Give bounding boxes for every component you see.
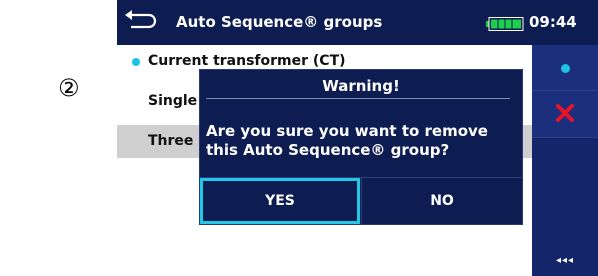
dialog-message-line: this Auto Sequence® group? [206, 141, 450, 159]
back-icon [125, 10, 157, 29]
dialog-title: Warning! [322, 77, 400, 95]
header-bar: Auto Sequence® groups 09:44 [117, 0, 598, 45]
clock: 09:44 [529, 13, 577, 31]
delete-button[interactable] [532, 91, 598, 138]
device-screen: Auto Sequence® groups 09:44 Current tran… [117, 0, 598, 276]
list-item-label: Single [148, 93, 198, 109]
dialog-message-line: Are you sure you want to remove [206, 122, 488, 140]
more-icon: ◂◂◂ [555, 255, 575, 266]
dialog-divider [206, 98, 510, 99]
list-item-label: Three [148, 133, 194, 149]
yes-button[interactable]: YES [200, 178, 360, 224]
list-item-label: Current transformer (CT) [148, 53, 346, 69]
step-marker: ② [58, 74, 80, 102]
dot-icon [132, 58, 140, 66]
no-button[interactable]: NO [361, 178, 522, 224]
dialog-message: Are you sure you want to remove this Aut… [206, 122, 516, 160]
right-sidebar: ◂◂◂ [532, 45, 598, 276]
delete-icon [556, 104, 574, 122]
page-title: Auto Sequence® groups [176, 13, 383, 31]
battery-icon [486, 16, 524, 31]
select-button[interactable] [532, 45, 598, 91]
dot-icon [561, 64, 570, 73]
warning-dialog: Warning! Are you sure you want to remove… [199, 69, 523, 225]
back-button[interactable] [121, 6, 161, 38]
more-button[interactable]: ◂◂◂ [532, 245, 598, 276]
